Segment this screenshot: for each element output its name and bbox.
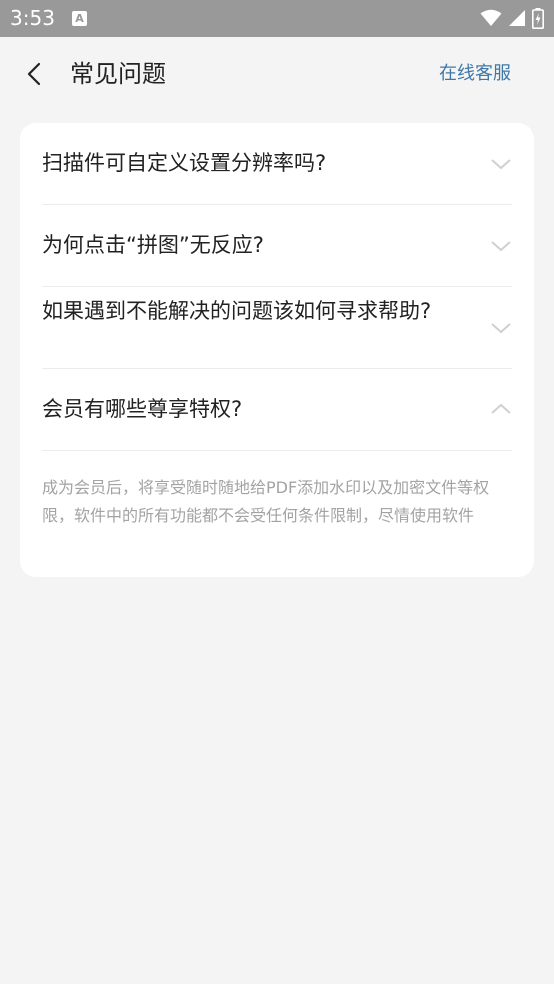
- faq-item-membership[interactable]: 会员有哪些尊享特权?: [42, 369, 512, 451]
- wifi-icon: [480, 9, 502, 26]
- back-button[interactable]: [14, 54, 54, 94]
- faq-item-help[interactable]: 如果遇到不能解决的问题该如何寻求帮助?: [42, 287, 512, 369]
- app-bar: 常见问题 在线客服: [0, 37, 554, 111]
- status-icons: [480, 7, 544, 29]
- chevron-down-icon: [491, 241, 511, 252]
- chevron-down-icon: [491, 159, 511, 170]
- status-bar: 3:53 A: [0, 0, 554, 37]
- faq-question: 会员有哪些尊享特权?: [42, 397, 243, 421]
- chevron-down-icon: [491, 323, 511, 334]
- faq-question: 如果遇到不能解决的问题该如何寻求帮助?: [42, 299, 432, 323]
- online-service-link[interactable]: 在线客服: [439, 61, 511, 87]
- battery-icon: [532, 7, 544, 29]
- signal-icon: [509, 10, 525, 26]
- faq-question: 扫描件可自定义设置分辨率吗?: [42, 151, 327, 175]
- status-time: 3:53: [10, 6, 55, 30]
- faq-question: 为何点击“拼图”无反应?: [42, 233, 264, 257]
- chevron-left-icon: [27, 62, 41, 86]
- faq-item-puzzle[interactable]: 为何点击“拼图”无反应?: [42, 205, 512, 287]
- faq-card: 扫描件可自定义设置分辨率吗? 为何点击“拼图”无反应? 如果遇到不能解决的问题该…: [20, 123, 534, 577]
- notification-a-icon: A: [72, 11, 87, 26]
- chevron-up-icon: [491, 403, 511, 414]
- page-title: 常见问题: [70, 60, 166, 88]
- faq-answer-membership: 成为会员后，将享受随时随地给PDF添加水印以及加密文件等权限，软件中的所有功能都…: [42, 478, 490, 525]
- faq-item-resolution[interactable]: 扫描件可自定义设置分辨率吗?: [42, 123, 512, 205]
